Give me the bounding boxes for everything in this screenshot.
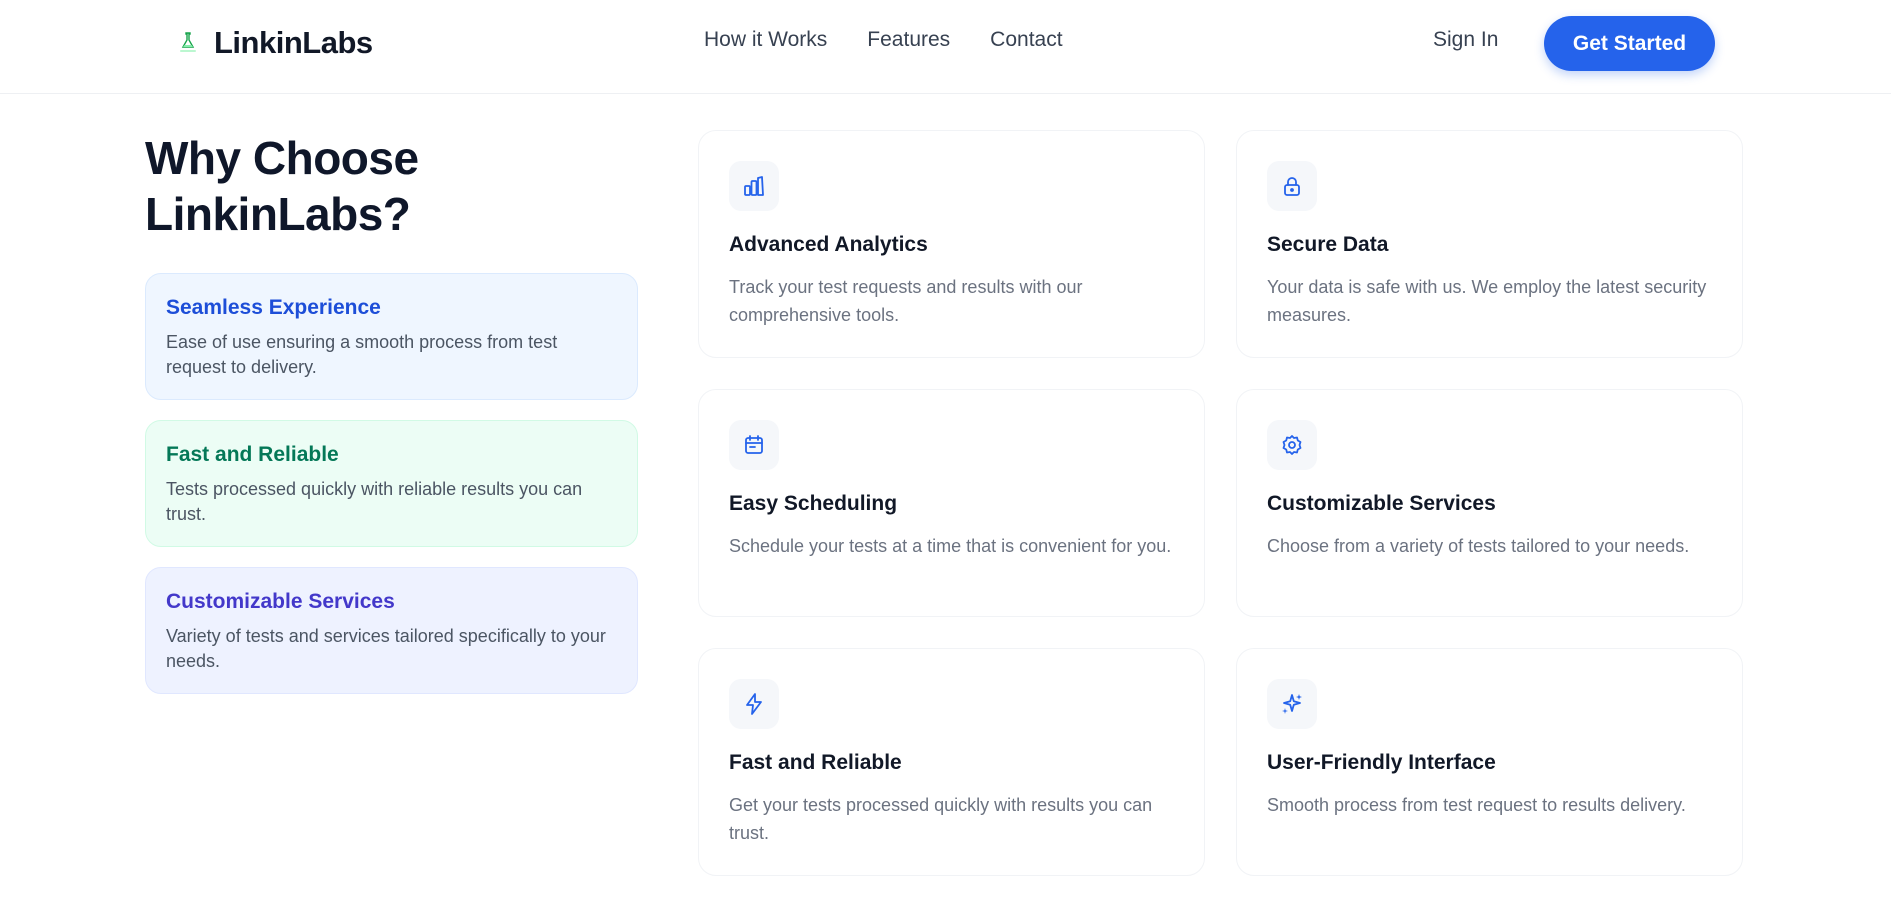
nav-how-it-works[interactable]: How it Works <box>704 28 827 52</box>
site-header: LinkinLabs How it Works Features Contact… <box>0 0 1891 94</box>
benefit-text: Ease of use ensuring a smooth process fr… <box>166 332 558 377</box>
analytics-icon <box>729 161 779 211</box>
lock-icon <box>1267 161 1317 211</box>
benefit-text: Tests processed quickly with reliable re… <box>166 479 583 524</box>
feature-title: Advanced Analytics <box>729 233 928 256</box>
section-title: Why Choose LinkinLabs? <box>145 132 419 240</box>
get-started-button[interactable]: Get Started <box>1544 16 1715 71</box>
sparkles-icon <box>1267 679 1317 729</box>
benefit-title: Fast and Reliable <box>166 443 339 466</box>
feature-card-customizable: Customizable Services Choose from a vari… <box>1236 389 1743 617</box>
feature-title: Secure Data <box>1267 233 1389 256</box>
feature-card-scheduling: Easy Scheduling Schedule your tests at a… <box>698 389 1205 617</box>
feature-text: Get your tests processed quickly with re… <box>729 795 1153 843</box>
benefit-title: Customizable Services <box>166 590 395 613</box>
benefit-card-customizable: Customizable Services Variety of tests a… <box>145 567 638 694</box>
lightning-icon <box>729 679 779 729</box>
sign-in-link[interactable]: Sign In <box>1433 28 1498 52</box>
feature-text: Smooth process from test request to resu… <box>1267 795 1686 815</box>
feature-title: User-Friendly Interface <box>1267 751 1496 774</box>
main-nav: How it Works Features Contact <box>704 28 1063 52</box>
feature-text: Choose from a variety of tests tailored … <box>1267 536 1690 556</box>
nav-features[interactable]: Features <box>867 28 950 52</box>
gear-icon <box>1267 420 1317 470</box>
benefit-card-seamless: Seamless Experience Ease of use ensuring… <box>145 273 638 400</box>
feature-text: Your data is safe with us. We employ the… <box>1267 277 1707 325</box>
feature-title: Easy Scheduling <box>729 492 898 515</box>
benefit-text: Variety of tests and services tailored s… <box>166 626 606 671</box>
nav-contact[interactable]: Contact <box>990 28 1062 52</box>
calendar-icon <box>729 420 779 470</box>
brand-logo[interactable]: LinkinLabs <box>178 25 373 61</box>
lab-logo-icon <box>178 31 198 55</box>
feature-card-fast: Fast and Reliable Get your tests process… <box>698 648 1205 876</box>
benefit-card-fast: Fast and Reliable Tests processed quickl… <box>145 420 638 547</box>
feature-title: Fast and Reliable <box>729 751 902 774</box>
brand-name: LinkinLabs <box>214 25 373 60</box>
feature-title: Customizable Services <box>1267 492 1496 515</box>
feature-text: Schedule your tests at a time that is co… <box>729 536 1172 556</box>
feature-card-user-friendly: User-Friendly Interface Smooth process f… <box>1236 648 1743 876</box>
feature-card-analytics: Advanced Analytics Track your test reque… <box>698 130 1205 358</box>
feature-text: Track your test requests and results wit… <box>729 277 1083 325</box>
feature-card-secure-data: Secure Data Your data is safe with us. W… <box>1236 130 1743 358</box>
benefit-title: Seamless Experience <box>166 296 381 319</box>
